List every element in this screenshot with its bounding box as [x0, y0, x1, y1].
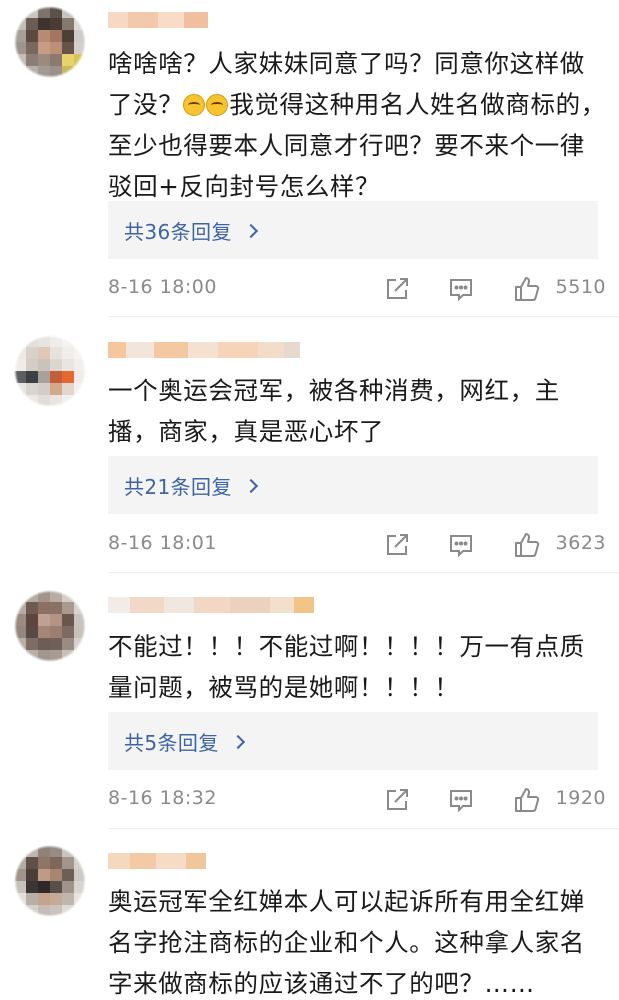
chevron-right-icon [243, 223, 258, 238]
comment-timestamp: 8-16 18:01 [108, 532, 217, 554]
share-icon[interactable] [382, 274, 412, 304]
view-replies-button[interactable]: 共36条回复 [108, 201, 598, 259]
comment-timestamp: 8-16 18:00 [108, 276, 217, 298]
comment-timestamp: 8-16 18:32 [108, 787, 217, 809]
smirk-emoji-icon [183, 94, 206, 116]
comment-icon[interactable] [446, 274, 476, 304]
divider [108, 828, 619, 829]
comment-text: 奥运冠军全红婵本人可以起诉所有用全红婵名字抢注商标的企业和个人。这种拿人家名字来… [108, 887, 585, 998]
comment-footer: 8-16 18:32 1920 [108, 785, 606, 815]
comment-icon[interactable] [446, 785, 476, 815]
share-icon[interactable] [382, 785, 412, 815]
avatar[interactable] [14, 335, 86, 407]
thumbs-up-icon[interactable] [512, 274, 542, 304]
comment-text: 一个奥运会冠军，被各种消费，网红，主播，商家，真是恶心坏了 [108, 376, 560, 446]
comment-footer: 8-16 18:00 5510 [108, 274, 606, 304]
username-blurred[interactable] [108, 342, 300, 358]
thumbs-up-icon[interactable] [512, 530, 542, 560]
smirk-emoji-icon [206, 94, 229, 116]
comment-icon[interactable] [446, 530, 476, 560]
like-count: 3623 [555, 532, 606, 554]
share-icon[interactable] [382, 530, 412, 560]
view-replies-button[interactable]: 共5条回复 [108, 712, 598, 770]
view-replies-button[interactable]: 共21条回复 [108, 456, 598, 514]
avatar[interactable] [14, 590, 86, 662]
comment-footer: 8-16 18:01 3623 [108, 530, 606, 560]
divider [108, 316, 619, 317]
replies-count-label: 共21条回复 [124, 474, 232, 499]
like-count: 5510 [555, 276, 606, 298]
username-blurred[interactable] [108, 853, 206, 869]
chevron-right-icon [243, 478, 258, 493]
thumbs-up-icon[interactable] [512, 785, 542, 815]
replies-count-label: 共5条回复 [124, 730, 219, 755]
avatar[interactable] [14, 845, 86, 917]
chevron-right-icon [230, 734, 245, 749]
username-blurred[interactable] [108, 12, 208, 28]
comment-text: 不能过！！！不能过啊！！！！万一有点质量问题，被骂的是她啊！！！！ [108, 632, 585, 702]
username-blurred[interactable] [108, 597, 314, 613]
replies-count-label: 共36条回复 [124, 219, 232, 244]
avatar[interactable] [14, 6, 86, 78]
like-count: 1920 [555, 787, 606, 809]
comment-text: 啥啥啥？人家妹妹同意了吗？同意你这样做了没？ 我觉得这种用名人姓名做商标的，至少也… [108, 49, 606, 201]
divider [108, 572, 619, 573]
